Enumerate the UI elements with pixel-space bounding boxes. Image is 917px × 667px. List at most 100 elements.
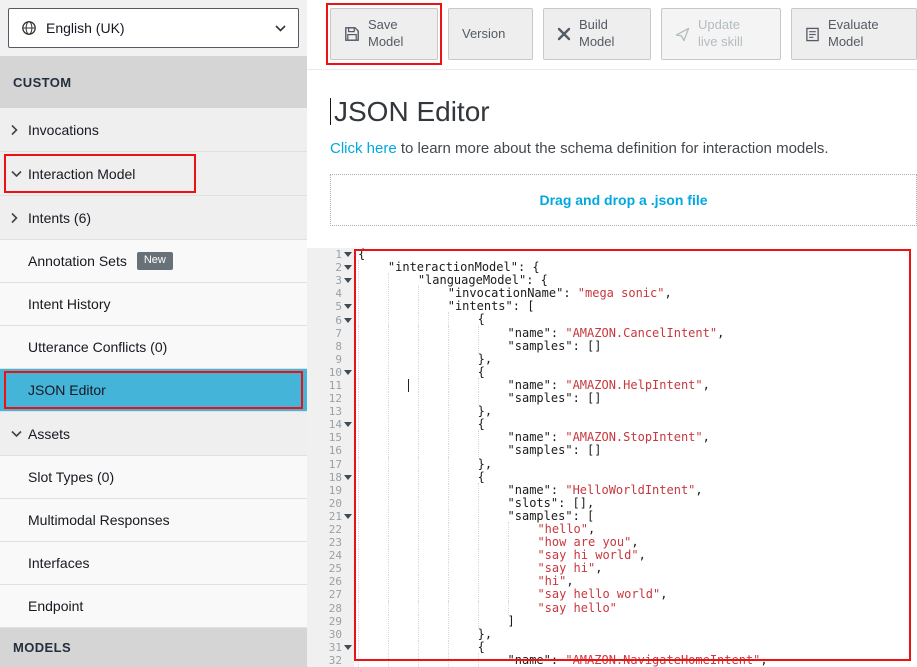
build-model-button[interactable]: Build Model bbox=[543, 8, 651, 60]
sidebar-item-label: Slot Types (0) bbox=[28, 469, 114, 485]
text-cursor bbox=[330, 98, 331, 125]
evaluate-icon bbox=[805, 27, 820, 42]
sidebar-item-label: Invocations bbox=[28, 122, 99, 138]
evaluate-model-button[interactable]: Evaluate Model bbox=[791, 8, 917, 60]
line-number: 19 bbox=[307, 484, 354, 497]
line-number: 8 bbox=[307, 340, 354, 353]
json-dropzone[interactable]: Drag and drop a .json file bbox=[330, 174, 917, 226]
fold-arrow-icon[interactable] bbox=[342, 274, 354, 287]
fold-arrow-icon[interactable] bbox=[342, 471, 354, 484]
save-model-button[interactable]: Save Model bbox=[330, 8, 438, 60]
sidebar-item-label: Multimodal Responses bbox=[28, 512, 170, 528]
json-code-editor[interactable]: 1{2 "interactionModel": {3 "languageMode… bbox=[307, 248, 917, 667]
sidebar-item-label: Intents (6) bbox=[28, 210, 91, 226]
sidebar-item-utterance-conflicts-0[interactable]: Utterance Conflicts (0) bbox=[0, 326, 307, 369]
fold-arrow-icon[interactable] bbox=[342, 248, 354, 261]
code-text: "name": "AMAZON.CancelIntent", bbox=[354, 327, 917, 340]
fold-arrow-icon[interactable] bbox=[342, 510, 354, 523]
line-number: 18 bbox=[307, 471, 354, 484]
language-selector[interactable]: English (UK) bbox=[8, 8, 299, 48]
fold-spacer bbox=[342, 549, 354, 562]
line-number: 22 bbox=[307, 523, 354, 536]
line-number: 29 bbox=[307, 615, 354, 628]
code-line: 16 "samples": [] bbox=[307, 444, 917, 457]
sidebar-item-slot-types-0[interactable]: Slot Types (0) bbox=[0, 456, 307, 499]
learn-more-text: Click here to learn more about the schem… bbox=[330, 140, 917, 158]
line-number: 20 bbox=[307, 497, 354, 510]
learn-more-link[interactable]: Click here bbox=[330, 140, 397, 157]
line-number: 28 bbox=[307, 602, 354, 615]
line-number: 23 bbox=[307, 536, 354, 549]
fold-spacer bbox=[342, 615, 354, 628]
chevron-right-icon bbox=[11, 124, 18, 135]
code-text: }, bbox=[354, 458, 917, 471]
editor-caret bbox=[408, 379, 409, 392]
fold-spacer bbox=[342, 484, 354, 497]
fold-arrow-icon[interactable] bbox=[342, 314, 354, 327]
line-number: 17 bbox=[307, 458, 354, 471]
sidebar-section-models: MODELS bbox=[0, 628, 307, 667]
line-number: 21 bbox=[307, 510, 354, 523]
line-number: 9 bbox=[307, 353, 354, 366]
sidebar-item-label: Intent History bbox=[28, 296, 110, 312]
line-number: 5 bbox=[307, 300, 354, 313]
sidebar-item-multimodal-responses[interactable]: Multimodal Responses bbox=[0, 499, 307, 542]
sidebar-item-endpoint[interactable]: Endpoint bbox=[0, 585, 307, 628]
code-line: 7 "name": "AMAZON.CancelIntent", bbox=[307, 327, 917, 340]
fold-arrow-icon[interactable] bbox=[342, 300, 354, 313]
sidebar-item-annotation-sets[interactable]: Annotation SetsNew bbox=[0, 240, 307, 283]
code-text: "name": "HelloWorldIntent", bbox=[354, 484, 917, 497]
line-number: 13 bbox=[307, 405, 354, 418]
sidebar-item-intents-6[interactable]: Intents (6) bbox=[0, 196, 307, 240]
update-live-skill-button: Update live skill bbox=[661, 8, 781, 60]
page-title-text: JSON Editor bbox=[334, 96, 490, 127]
fold-arrow-icon[interactable] bbox=[342, 418, 354, 431]
fold-spacer bbox=[342, 431, 354, 444]
sidebar-item-assets[interactable]: Assets bbox=[0, 412, 307, 456]
chevron-down-icon bbox=[275, 25, 286, 32]
fold-arrow-icon[interactable] bbox=[342, 641, 354, 654]
dropzone-label: Drag and drop a .json file bbox=[539, 192, 707, 208]
sidebar-item-label: Assets bbox=[28, 426, 70, 442]
fold-spacer bbox=[342, 340, 354, 353]
line-number: 6 bbox=[307, 313, 354, 326]
button-label: Update live skill bbox=[698, 17, 758, 51]
sidebar-item-intent-history[interactable]: Intent History bbox=[0, 283, 307, 326]
fold-spacer bbox=[342, 444, 354, 457]
button-label: Build Model bbox=[579, 17, 637, 51]
sidebar-item-label: Annotation Sets bbox=[28, 253, 127, 269]
code-text: "samples": [] bbox=[354, 444, 917, 457]
sidebar-item-interfaces[interactable]: Interfaces bbox=[0, 542, 307, 585]
line-number: 1 bbox=[307, 248, 354, 261]
chevron-right-icon bbox=[11, 212, 18, 223]
fold-spacer bbox=[342, 458, 354, 471]
code-text: }, bbox=[354, 628, 917, 641]
fold-spacer bbox=[342, 562, 354, 575]
line-number: 3 bbox=[307, 274, 354, 287]
line-number: 32 bbox=[307, 654, 354, 667]
line-number: 2 bbox=[307, 261, 354, 274]
line-number: 15 bbox=[307, 431, 354, 444]
code-line: 20 "slots": [], bbox=[307, 497, 917, 510]
chevron-down-icon bbox=[11, 430, 22, 437]
code-text: }, bbox=[354, 353, 917, 366]
learn-more-rest: to learn more about the schema definitio… bbox=[397, 140, 829, 157]
fold-spacer bbox=[342, 405, 354, 418]
fold-arrow-icon[interactable] bbox=[342, 366, 354, 379]
fold-arrow-icon[interactable] bbox=[342, 261, 354, 274]
line-number: 4 bbox=[307, 287, 354, 300]
sidebar-item-invocations[interactable]: Invocations bbox=[0, 108, 307, 152]
code-line: 8 "samples": [] bbox=[307, 340, 917, 353]
page-title: JSON Editor bbox=[330, 96, 917, 128]
line-number: 27 bbox=[307, 588, 354, 601]
sidebar-nav: Invocations Interaction Model Intents (6) A… bbox=[0, 108, 307, 628]
sidebar-item-json-editor[interactable]: JSON Editor bbox=[0, 369, 307, 412]
line-number: 12 bbox=[307, 392, 354, 405]
line-number: 24 bbox=[307, 549, 354, 562]
code-text: "name": "AMAZON.NavigateHomeIntent", bbox=[354, 654, 917, 667]
sidebar-item-interaction-model[interactable]: Interaction Model bbox=[0, 152, 307, 196]
code-line: 32 "name": "AMAZON.NavigateHomeIntent", bbox=[307, 654, 917, 667]
sidebar-item-label: Interaction Model bbox=[28, 166, 135, 182]
version-button[interactable]: Version bbox=[448, 8, 533, 60]
fold-spacer bbox=[342, 287, 354, 300]
